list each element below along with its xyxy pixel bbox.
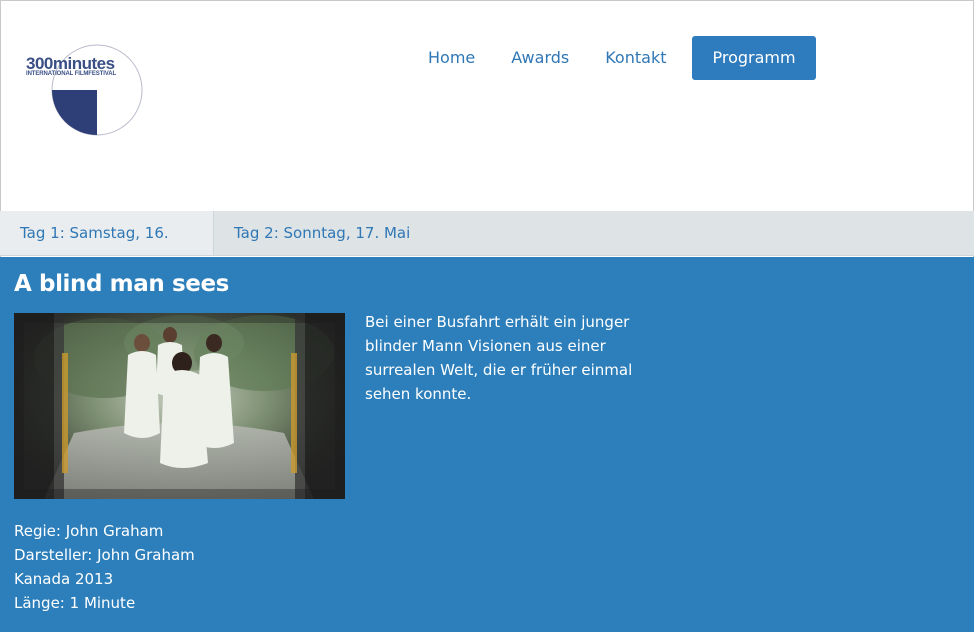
nav-programm[interactable]: Programm [692, 36, 816, 80]
film-credits: Regie: John Graham Darsteller: John Grah… [14, 519, 195, 615]
tab-day-1[interactable]: Tag 1: Samstag, 16. Mai [0, 211, 214, 286]
film-description: Bei einer Busfahrt erhält ein junger bli… [365, 313, 633, 403]
credit-director: Regie: John Graham [14, 522, 164, 540]
day-tabs: Tag 1: Samstag, 16. Mai Tag 2: Sonntag, … [0, 211, 974, 286]
film-entry: A blind man sees Bei einer Busfahrt erhä… [0, 257, 974, 632]
logo-subtitle: INTERNATIONAL FILMFESTIVAL [26, 71, 117, 77]
main-nav: Home Awards Kontakt Programm [410, 36, 816, 80]
credit-country-year: Kanada 2013 [14, 570, 114, 588]
nav-home[interactable]: Home [410, 36, 493, 80]
film-still-image [14, 313, 345, 499]
nav-kontakt[interactable]: Kontakt [587, 36, 684, 80]
nav-awards[interactable]: Awards [493, 36, 587, 80]
tab-day-2[interactable]: Tag 2: Sonntag, 17. Mai [214, 211, 430, 255]
credit-length: Länge: 1 Minute [14, 594, 136, 612]
festival-logo[interactable]: 300minutes INTERNATIONAL FILMFESTIVAL [24, 44, 144, 138]
film-title: A blind man sees [14, 271, 229, 297]
credit-cast: Darsteller: John Graham [14, 546, 195, 564]
